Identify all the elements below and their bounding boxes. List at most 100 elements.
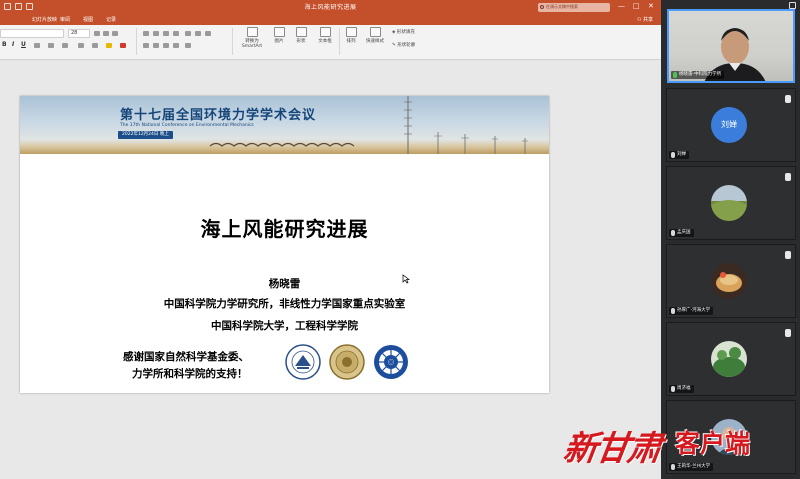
font-size-select[interactable]: 28	[68, 29, 90, 38]
participant-nameplate: 周济福	[669, 385, 694, 393]
participant-tile-speaker[interactable]: 杨晓雷-中科院力学所	[667, 9, 795, 83]
mute-icon[interactable]	[785, 173, 791, 181]
participant-name: 孟庆国	[677, 230, 691, 235]
participant-name: 周济福	[677, 386, 691, 391]
shape-button[interactable]: 形状	[293, 27, 309, 44]
nsfc-logo	[285, 344, 321, 380]
bold-icon[interactable]: B	[2, 41, 7, 48]
participant-nameplate: 孟庆国	[669, 229, 694, 237]
mute-icon[interactable]	[785, 251, 791, 259]
mic-on-icon	[673, 72, 677, 78]
avatar	[711, 341, 747, 377]
columns-icon[interactable]	[195, 31, 201, 36]
mic-icon	[671, 386, 675, 392]
quick-styles-button[interactable]: 快速样式	[364, 27, 386, 44]
screen: 海上风能研究进展 在演示文稿中搜索 — □ ✕ 幻灯片放映 审阅 视图 记录 ⚇…	[0, 0, 800, 479]
clear-format-icon[interactable]	[112, 31, 118, 36]
align-center-icon[interactable]	[153, 43, 159, 48]
acknowledgement-line-1: 感谢国家自然科学基金委、	[123, 351, 249, 363]
acknowledgement-line-2: 力学所和科学院的支持！	[132, 368, 248, 380]
participant-tile[interactable]: 孟庆国	[666, 166, 796, 240]
textbox-icon	[319, 27, 331, 37]
line-spacing-icon[interactable]	[185, 31, 191, 36]
share-label: 共享	[642, 17, 653, 23]
shape-label: 形状	[296, 39, 306, 44]
powerpoint-window: 海上风能研究进展 在演示文稿中搜索 — □ ✕ 幻灯片放映 审阅 视图 记录 ⚇…	[0, 0, 661, 479]
participant-nameplate: 王莉华-兰州大学	[669, 463, 714, 471]
picture-button[interactable]: 图片	[271, 27, 287, 44]
layout-icon[interactable]	[789, 2, 796, 9]
picture-label: 图片	[274, 39, 284, 44]
brand-watermark-logo: 新甘肃	[560, 429, 663, 469]
slide-canvas[interactable]: 第十七届全国环境力学学术会议 The 17th National Confere…	[20, 96, 549, 393]
align-left-icon[interactable]	[143, 43, 149, 48]
justify-icon[interactable]	[173, 43, 179, 48]
affiliation-2: 中国科学院大学，工程科学学院	[211, 320, 358, 332]
cas-logo	[373, 344, 409, 380]
search-placeholder: 在演示文稿中搜索	[546, 4, 578, 9]
quick-styles-label: 快速样式	[366, 39, 384, 44]
smartart-button[interactable]: 转换为 SmartArt	[237, 27, 267, 49]
shape-fill-label: 形状填充	[396, 30, 415, 35]
font-color-icon[interactable]	[120, 43, 126, 48]
indent-decrease-icon[interactable]	[163, 31, 169, 36]
picture-icon	[273, 27, 285, 37]
participant-tile[interactable]: 周济福	[666, 322, 796, 396]
search-icon	[540, 5, 544, 9]
shrink-font-icon[interactable]	[103, 31, 109, 36]
textbox-label: 文本框	[318, 39, 332, 44]
tab-review[interactable]: 审阅	[60, 16, 70, 23]
case-icon[interactable]	[92, 43, 98, 48]
mouse-pointer-icon	[402, 274, 410, 284]
shape-outline-label: 形状轮廓	[397, 43, 416, 48]
ribbon-separator	[232, 28, 233, 55]
indent-increase-icon[interactable]	[173, 31, 179, 36]
arrange-icon	[345, 27, 357, 37]
maximize-button[interactable]: □	[633, 2, 640, 10]
strikethrough-icon[interactable]	[34, 43, 40, 48]
numbering-icon[interactable]	[153, 31, 159, 36]
tab-view[interactable]: 视图	[83, 16, 93, 23]
mic-icon	[671, 464, 675, 470]
mute-icon[interactable]	[785, 329, 791, 337]
underline-icon[interactable]: U	[21, 41, 26, 48]
banner-subtitle: The 17th National Conference on Environm…	[120, 123, 254, 128]
text-direction-icon[interactable]	[205, 31, 211, 36]
search-box[interactable]: 在演示文稿中搜索	[538, 3, 610, 12]
font-name-select[interactable]	[0, 29, 64, 38]
participant-tile[interactable]: 刘婵 刘婵	[666, 88, 796, 162]
ribbon: 28 B I U 转换为 SmartArt 图片 形状 文本框 排列 快速样式 …	[0, 25, 661, 60]
tab-slideshow[interactable]: 幻灯片放映	[32, 16, 57, 23]
participants-panel: 杨晓雷-中科院力学所 刘婵 刘婵 孟庆国 孙厚广-河海大学 周济福 王莉华-兰州…	[661, 0, 800, 479]
highlight-icon[interactable]	[106, 43, 112, 48]
participant-nameplate: 杨晓雷-中科院力学所	[671, 71, 725, 79]
participant-tile[interactable]: 孙厚广-河海大学	[666, 244, 796, 318]
title-bar: 海上风能研究进展 在演示文稿中搜索 — □ ✕	[0, 0, 661, 14]
minimize-button[interactable]: —	[618, 2, 625, 10]
avatar: 刘婵	[711, 107, 747, 143]
shape-fill-button[interactable]: ◈ 形状填充	[392, 29, 432, 35]
superscript-icon[interactable]	[48, 43, 54, 48]
italic-icon[interactable]: I	[12, 41, 14, 48]
bullets-icon[interactable]	[143, 31, 149, 36]
align-right-icon[interactable]	[163, 43, 169, 48]
subscript-icon[interactable]	[62, 43, 68, 48]
shape-icon	[295, 27, 307, 37]
align-text-icon[interactable]	[185, 43, 191, 48]
char-spacing-icon[interactable]	[78, 43, 84, 48]
tab-record[interactable]: 记录	[106, 16, 116, 23]
participant-nameplate: 刘婵	[669, 151, 689, 159]
participant-nameplate: 孙厚广-河海大学	[669, 307, 714, 315]
close-button[interactable]: ✕	[648, 2, 654, 10]
shape-outline-button[interactable]: ✎ 形状轮廓	[392, 42, 432, 48]
participant-name: 杨晓雷-中科院力学所	[679, 72, 722, 77]
conference-banner: 第十七届全国环境力学学术会议 The 17th National Confere…	[20, 96, 549, 154]
textbox-button[interactable]: 文本框	[314, 27, 336, 44]
participant-name: 孙厚广-河海大学	[677, 308, 711, 313]
mute-icon[interactable]	[785, 95, 791, 103]
smartart-icon	[246, 27, 258, 37]
ribbon-separator	[136, 28, 137, 55]
arrange-button[interactable]: 排列	[343, 27, 359, 44]
grow-font-icon[interactable]	[94, 31, 100, 36]
share-button[interactable]: ⚇ 共享	[637, 16, 653, 23]
